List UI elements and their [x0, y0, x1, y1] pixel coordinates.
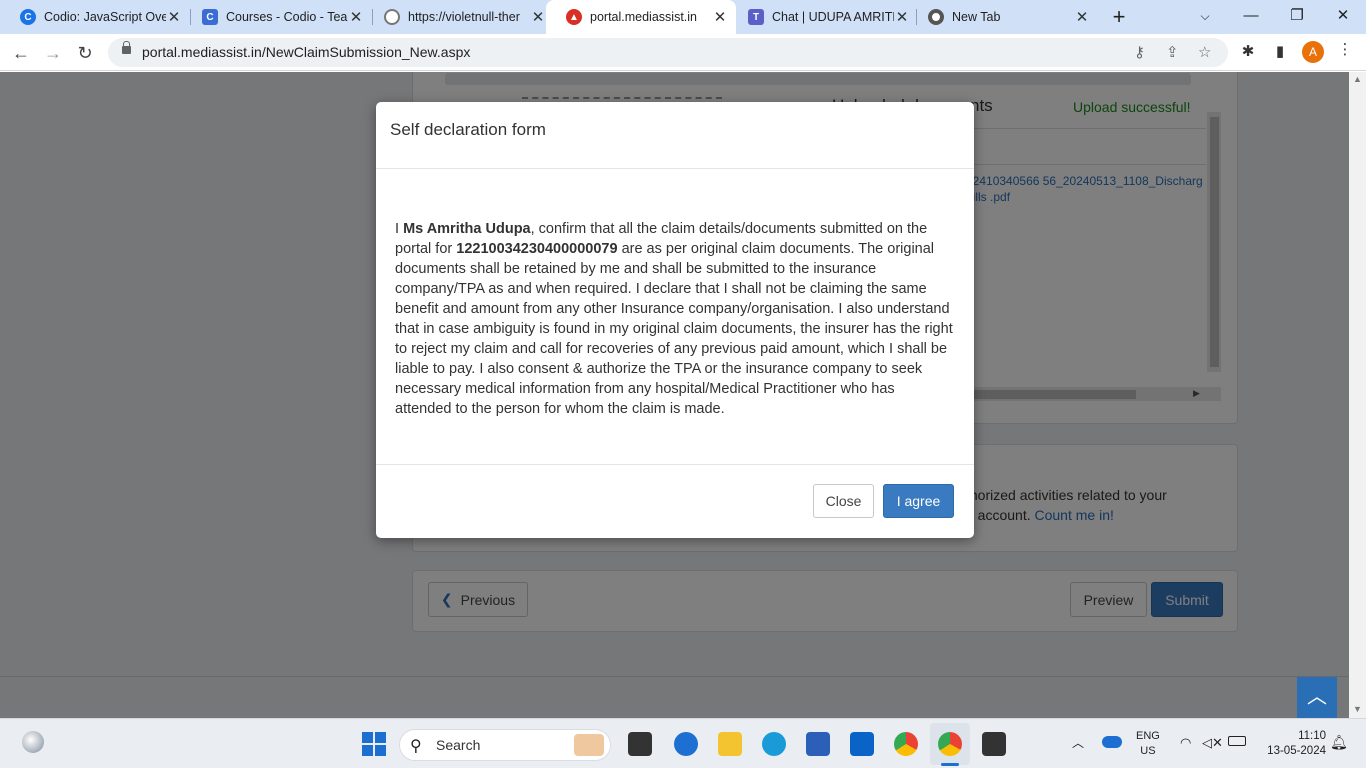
close-tab-icon[interactable]: ✕	[712, 8, 728, 26]
bookmark-star-icon[interactable]: ☆	[1198, 43, 1211, 61]
close-tab-icon[interactable]: ✕	[530, 8, 546, 26]
outlook-icon[interactable]	[850, 732, 874, 756]
widgets-icon[interactable]	[22, 731, 44, 753]
scroll-up-arrow-icon[interactable]: ▲	[1353, 74, 1362, 84]
share-icon[interactable]: ⇪	[1166, 43, 1179, 61]
show-hidden-icons-chevron-icon[interactable]: ︿	[1072, 736, 1084, 751]
kebab-menu-icon[interactable]: ⋮	[1334, 40, 1356, 62]
chrome-icon	[928, 9, 944, 25]
codio-icon: C	[20, 9, 36, 25]
address-bar[interactable]: portal.mediassist.in/NewClaimSubmission_…	[108, 38, 1228, 67]
i-agree-button[interactable]: I agree	[883, 484, 954, 518]
tab-mediassist[interactable]: ▲ portal.mediassist.in ✕	[546, 0, 736, 34]
forward-arrow-icon[interactable]: →	[40, 40, 66, 66]
back-arrow-icon[interactable]: ←	[8, 40, 34, 66]
sticky-notes-icon[interactable]	[982, 732, 1006, 756]
speaker-muted-icon[interactable]: ◁✕	[1202, 735, 1223, 750]
self-declaration-modal: Self declaration form I Ms Amritha Udupa…	[376, 102, 974, 538]
minimize-icon[interactable]: —	[1236, 4, 1266, 28]
page-vertical-scrollbar[interactable]: ▲ ▼	[1349, 72, 1366, 718]
search-highlight-icon	[574, 734, 604, 756]
browser-toolbar: ← → ↻ portal.mediassist.in/NewClaimSubmi…	[0, 34, 1366, 71]
teams-icon: T	[748, 9, 764, 25]
restore-icon[interactable]: ❐	[1282, 4, 1312, 28]
key-icon[interactable]: ⚷	[1134, 43, 1145, 61]
claimant-name: Ms Amritha Udupa	[403, 221, 531, 237]
windows-start-icon[interactable]	[362, 732, 386, 756]
declaration-text: I Ms Amritha Udupa, confirm that all the…	[395, 221, 953, 417]
taskbar-search-box[interactable]: ⚲ Search	[399, 729, 611, 761]
search-icon: ⚲	[410, 738, 422, 755]
battery-icon[interactable]	[1228, 736, 1246, 746]
onedrive-icon[interactable]	[1102, 736, 1122, 748]
mediassist-icon: ▲	[566, 9, 582, 25]
edge-icon[interactable]	[762, 732, 786, 756]
tab-courses-codio[interactable]: C Courses - Codio - Teac ✕	[182, 0, 372, 34]
tab-codio-javascript[interactable]: C Codio: JavaScript Over ✕	[0, 0, 190, 34]
scroll-down-arrow-icon[interactable]: ▼	[1353, 704, 1362, 714]
notification-bell-icon[interactable]: 🔔︎	[1330, 735, 1348, 750]
tab-new-tab[interactable]: New Tab ✕	[908, 0, 1098, 34]
tab-teams-chat[interactable]: T Chat | UDUPA AMRITH ✕	[728, 0, 918, 34]
microsoft-store-icon[interactable]	[806, 732, 830, 756]
teamviewer-icon[interactable]	[674, 732, 698, 756]
close-tab-icon[interactable]: ✕	[166, 8, 182, 26]
language-indicator[interactable]: ENG US	[1136, 729, 1160, 759]
reload-icon[interactable]: ↻	[72, 40, 98, 66]
profile-avatar[interactable]: A	[1302, 41, 1324, 63]
chrome-icon[interactable]	[894, 732, 918, 756]
chrome-profile-icon[interactable]	[938, 732, 962, 756]
tab-search-chevron-icon[interactable]: ⌵	[1190, 4, 1220, 28]
modal-title: Self declaration form	[390, 120, 546, 139]
task-view-icon[interactable]	[628, 732, 652, 756]
clock[interactable]: 11:10 13-05-2024	[1258, 729, 1326, 759]
close-tab-icon[interactable]: ✕	[1074, 8, 1090, 26]
wifi-icon[interactable]: ◠	[1180, 735, 1191, 750]
globe-icon	[384, 9, 400, 25]
window-close-icon[interactable]: ✕	[1328, 4, 1358, 28]
windows-taskbar: ⚲ Search ︿ ENG US ◠ ◁✕ 11:10 13-05-2024 …	[0, 718, 1366, 768]
lock-icon	[122, 41, 131, 54]
page-content: Uploaded documents Upload successful! 02…	[0, 72, 1349, 718]
tab-violetnull[interactable]: https://violetnull-ther ✕	[364, 0, 554, 34]
new-tab-plus-icon[interactable]: +	[1108, 4, 1130, 29]
close-tab-icon[interactable]: ✕	[348, 8, 364, 26]
tab-strip: C Codio: JavaScript Over ✕ C Courses - C…	[0, 0, 1366, 34]
extensions-puzzle-icon[interactable]: ✱	[1237, 42, 1259, 64]
codio-icon: C	[202, 9, 218, 25]
close-button[interactable]: Close	[813, 484, 874, 518]
side-panel-icon[interactable]: ▮	[1269, 42, 1291, 64]
chevron-up-icon: ︿	[1307, 686, 1327, 708]
file-explorer-icon[interactable]	[718, 732, 742, 756]
claim-number: 12210034230400000079	[456, 241, 618, 257]
scroll-to-top-button[interactable]: ︿	[1297, 677, 1337, 718]
